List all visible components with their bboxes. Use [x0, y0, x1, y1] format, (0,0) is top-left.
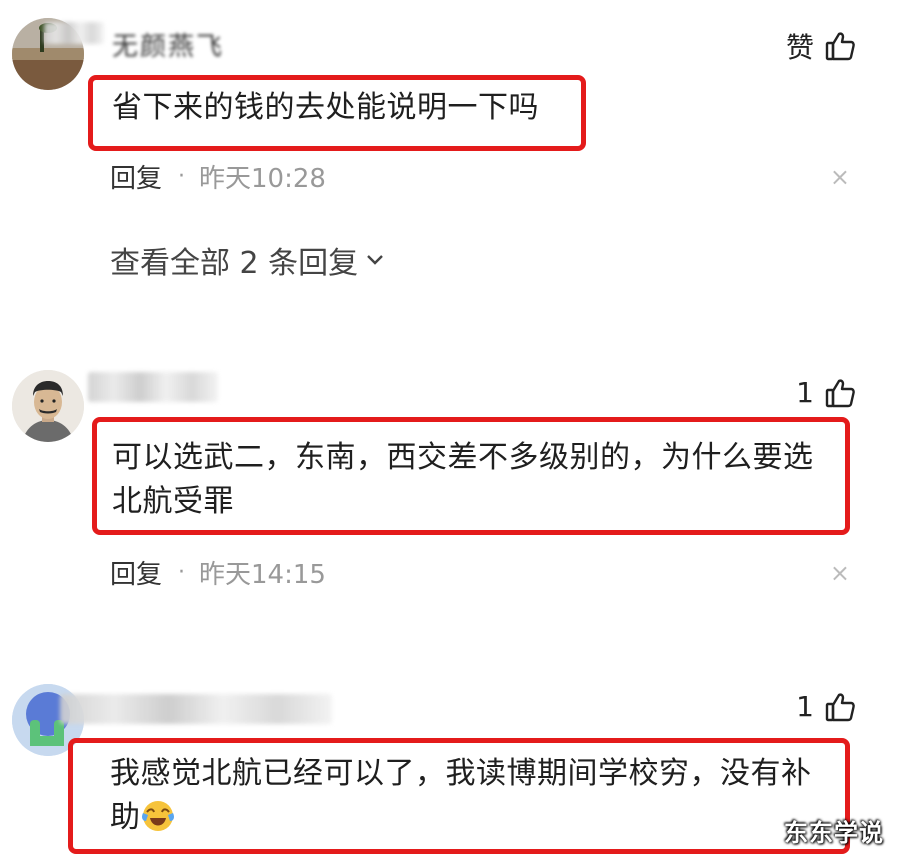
close-icon[interactable]: ×	[830, 165, 850, 189]
like-count: 1	[796, 376, 814, 409]
comment-meta: 回复 · 昨天14:15	[110, 554, 326, 591]
author-name-blur	[60, 694, 332, 724]
author-name-blur	[88, 372, 218, 402]
comment-text: 省下来的钱的去处能说明一下吗	[112, 90, 539, 125]
close-icon[interactable]: ×	[830, 561, 850, 585]
comment-text-content: 我感觉北航已经可以了，我读博期间学校穷，没有补助	[110, 756, 812, 835]
reply-button[interactable]: 回复	[110, 554, 162, 591]
comment-text: 我感觉北航已经可以了，我读博期间学校穷，没有补助	[110, 752, 838, 840]
like-button[interactable]: 1	[796, 690, 856, 723]
author-name[interactable]: 无颜燕飞	[112, 26, 224, 63]
thumbs-up-icon	[824, 377, 856, 409]
like-count: 1	[796, 690, 814, 723]
meta-dot: ·	[178, 560, 186, 585]
comment-2: 1 可以选武二，东南，西交差不多级别的，为什么要选北航受罪 回复 · 昨天14:…	[0, 360, 900, 620]
like-label: 赞	[785, 31, 814, 64]
watermark: 东东学说	[784, 819, 884, 847]
comment-meta: 回复 · 昨天10:28	[110, 158, 326, 195]
view-all-label: 查看全部 2 条回复	[110, 246, 359, 281]
timestamp: 昨天10:28	[199, 164, 326, 194]
like-button[interactable]: 赞	[786, 26, 856, 66]
thumbs-up-icon	[824, 691, 856, 723]
comment-text: 可以选武二，东南，西交差不多级别的，为什么要选北航受罪	[112, 440, 814, 519]
view-all-replies[interactable]: 查看全部 2 条回复	[110, 238, 386, 282]
author-name-blur	[44, 22, 104, 44]
thumbs-up-icon	[824, 30, 856, 62]
crying-laughing-emoji	[141, 799, 175, 833]
comment-3: 1 我感觉北航已经可以了，我读博期间学校穷，没有补助	[0, 680, 900, 864]
timestamp: 昨天14:15	[199, 560, 326, 590]
chevron-down-icon	[364, 243, 386, 278]
comment-1: 无颜燕飞 赞 省下来的钱的去处能说明一下吗 回复 · 昨天10:28 × 查看全…	[0, 0, 900, 320]
avatar[interactable]	[12, 370, 84, 442]
reply-button[interactable]: 回复	[110, 158, 162, 195]
meta-dot: ·	[178, 164, 186, 189]
like-button[interactable]: 1	[796, 376, 856, 409]
